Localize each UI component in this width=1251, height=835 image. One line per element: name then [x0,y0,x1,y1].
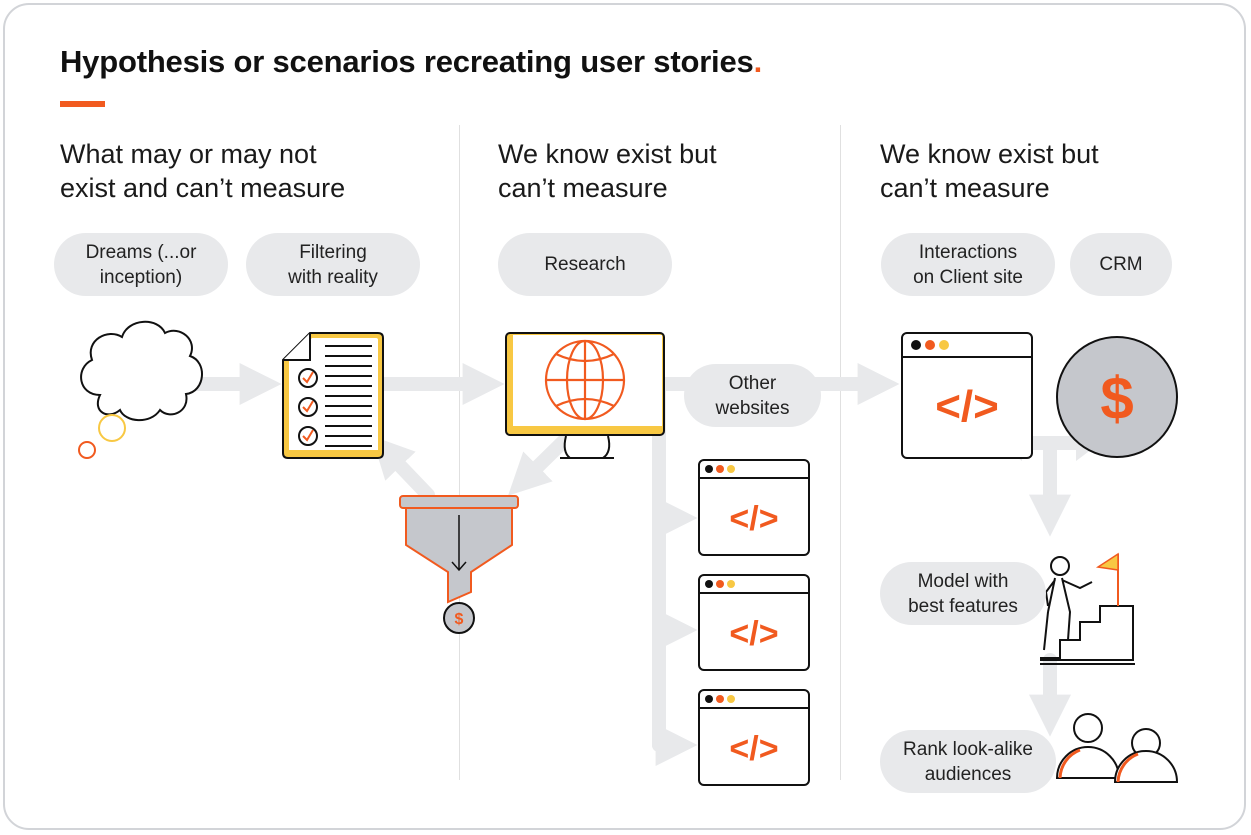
thought-bubble-large [98,414,126,442]
code-icon: </> [935,382,999,431]
climber-icon [1040,556,1135,665]
code-icon: </> [729,500,778,538]
diagram-artwork: $ </> </> </> </> $ [78,320,1179,786]
dollar-large: $ [1100,365,1133,432]
checklist-icon [282,332,384,459]
connector-other-websites [652,377,707,752]
cloud-icon [80,320,203,422]
monitor-icon [505,332,665,459]
arrow-funnel-to-checklist [371,435,435,502]
code-icon: </> [729,730,778,768]
browser-window-3: </> [698,689,810,786]
code-icon: </> [729,615,778,653]
thought-bubble-small [78,441,96,459]
dollar-small: $ [455,611,464,628]
browser-window-2: </> [698,574,810,671]
browser-window-1: </> [698,459,810,556]
pill-rank: Rank look-alike audiences [880,730,1056,793]
pill-other-websites: Other websites [684,364,821,427]
pill-model: Model with best features [880,562,1046,625]
client-site-browser: </> [901,332,1033,459]
flag-icon [1095,552,1119,571]
audience-icon [1055,713,1179,783]
